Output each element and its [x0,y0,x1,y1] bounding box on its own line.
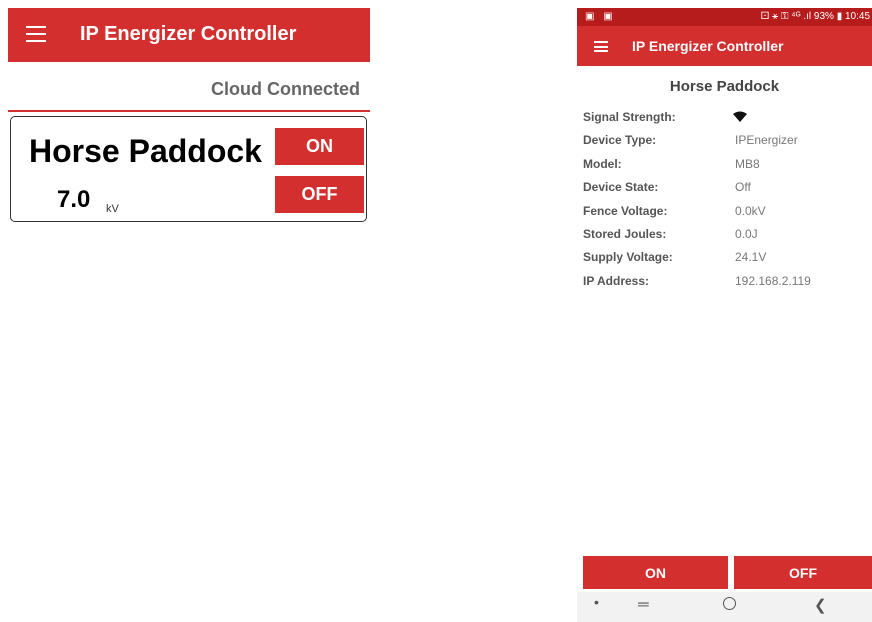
detail-label: IP Address: [583,273,650,288]
hamburger-menu-icon[interactable] [594,41,608,52]
detail-label: Signal Strength: [583,110,676,124]
back-icon[interactable]: ❮ [814,596,827,614]
device-name: Horse Paddock [29,133,262,169]
system-status: ⚀ ⚹ ⚿ ⁴ᴳ .ıl 93% ▮ 10:45 [760,11,870,22]
device-details: Signal Strength: Device Type: IPEnergize… [583,110,863,297]
off-button[interactable]: OFF [734,556,872,589]
voltage-value: 7.0 [57,186,91,213]
detail-row-signal: Signal Strength: [583,110,863,133]
status-bar: ▣ ▣ ⚀ ⚹ ⚿ ⁴ᴳ .ıl 93% ▮ 10:45 [577,8,872,26]
detail-label: Fence Voltage: [583,203,668,218]
device-card[interactable]: Horse Paddock 7.0 kV ON OFF [10,116,367,222]
recent-apps-icon[interactable]: ═ [638,596,649,613]
off-button[interactable]: OFF [275,176,364,213]
voltage-unit: kV [106,203,119,215]
app-title: IP Energizer Controller [80,23,297,45]
detail-label: Model: [583,156,622,171]
detail-value: 24.1V [735,250,767,265]
detail-label: Supply Voltage: [583,250,673,265]
device-list-screen: IP Energizer Controller Cloud Connected … [8,8,370,622]
on-button[interactable]: ON [275,128,364,165]
app-bar: IP Energizer Controller [577,26,872,66]
app-title: IP Energizer Controller [632,38,784,54]
detail-row-supply-voltage: Supply Voltage: 24.1V [583,250,863,273]
app-bar: IP Energizer Controller [8,8,370,62]
detail-label: Device State: [583,180,659,195]
divider [8,110,370,112]
detail-row-ip-address: IP Address: 192.168.2.119 [583,274,863,297]
detail-value: IPEnergizer [735,133,798,148]
detail-label: Device Type: [583,133,657,148]
home-icon[interactable] [723,597,736,610]
cloud-status-label: Cloud Connected [211,79,360,99]
detail-value: Off [735,180,751,195]
detail-label: Stored Joules: [583,226,667,241]
notification-icons: ▣ ▣ [585,11,616,22]
detail-row-device-state: Device State: Off [583,180,863,203]
detail-value: 192.168.2.119 [735,273,811,288]
detail-row-device-type: Device Type: IPEnergizer [583,133,863,156]
nav-dot-icon[interactable]: • [594,594,599,610]
action-bar: ON OFF [583,556,872,589]
detail-row-fence-voltage: Fence Voltage: 0.0kV [583,204,863,227]
device-detail-screen: ▣ ▣ ⚀ ⚹ ⚿ ⁴ᴳ .ıl 93% ▮ 10:45 IP Energize… [577,8,872,622]
detail-value: 0.0kV [735,203,766,218]
on-button[interactable]: ON [583,556,728,589]
detail-value: MB8 [735,156,760,171]
detail-value: 0.0J [735,226,758,241]
hamburger-menu-icon[interactable] [26,26,46,42]
wifi-signal-icon [733,111,747,122]
detail-row-stored-joules: Stored Joules: 0.0J [583,227,863,250]
system-nav-bar: • ═ ❮ [577,592,872,622]
device-title: Horse Paddock [669,78,780,95]
detail-row-model: Model: MB8 [583,157,863,180]
